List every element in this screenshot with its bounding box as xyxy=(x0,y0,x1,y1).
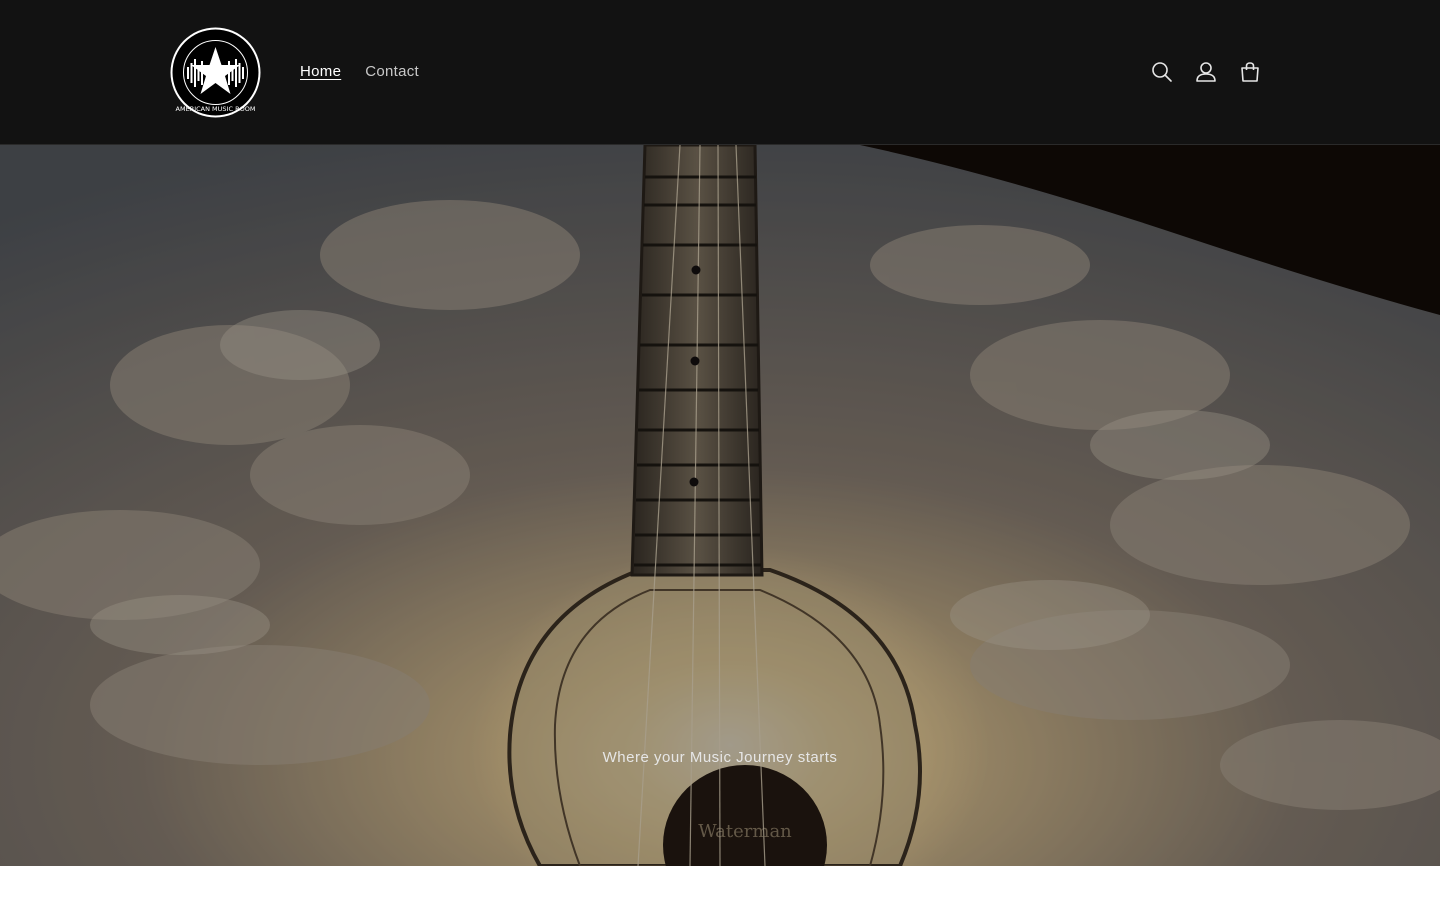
account-button[interactable] xyxy=(1184,50,1228,94)
site-logo[interactable]: AMERICAN MUSIC ROOM xyxy=(170,27,261,118)
nav-contact-link[interactable]: Contact xyxy=(353,60,431,84)
hero-tagline: Where your Music Journey starts xyxy=(602,749,838,766)
site-header: AMERICAN MUSIC ROOM Home Contact xyxy=(0,0,1440,145)
logo-text: AMERICAN MUSIC ROOM xyxy=(176,105,256,113)
hero-banner: Waterman Where your Music Journey starts xyxy=(0,145,1440,866)
main-nav: Home Contact xyxy=(288,60,431,84)
account-icon xyxy=(1196,62,1216,82)
page-content-below xyxy=(0,866,1440,900)
search-icon xyxy=(1152,62,1172,82)
cart-button[interactable] xyxy=(1228,50,1272,94)
logo-star-icon: AMERICAN MUSIC ROOM xyxy=(170,27,261,118)
nav-home-link[interactable]: Home xyxy=(288,60,353,84)
cart-icon xyxy=(1241,62,1259,82)
header-icons xyxy=(1140,50,1272,94)
search-button[interactable] xyxy=(1140,50,1184,94)
